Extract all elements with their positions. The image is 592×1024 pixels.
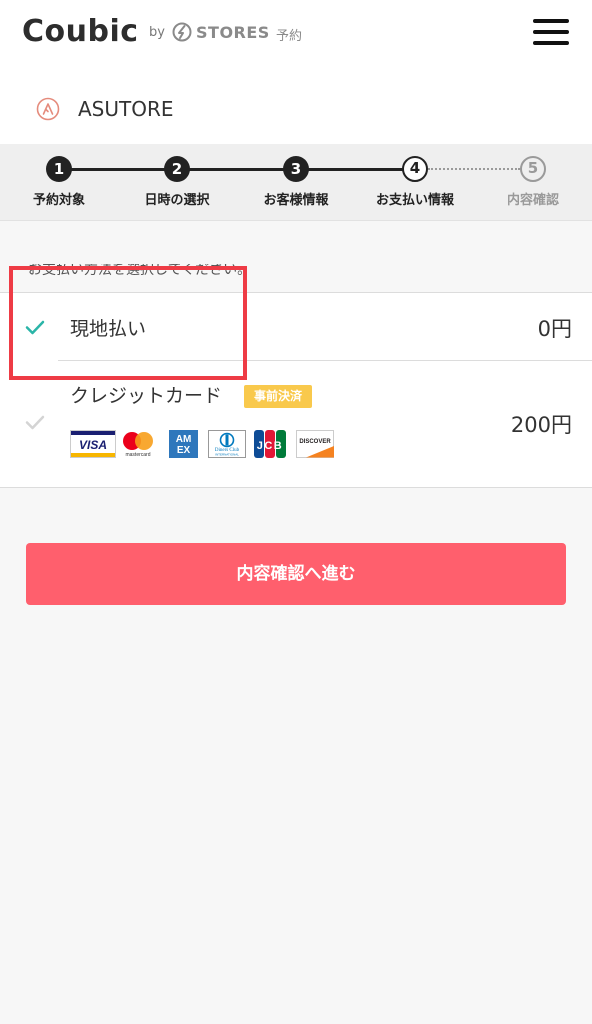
- step-1-circle: 1: [46, 156, 72, 182]
- step-5-label: 内容確認: [506, 193, 560, 208]
- shop-logo-icon: [36, 97, 60, 121]
- option-credit-label[interactable]: クレジットカード: [70, 381, 222, 408]
- step-2-circle: 2: [164, 156, 190, 182]
- yoyaku-label: 予約: [276, 29, 303, 44]
- progress-dotted-line: [428, 168, 520, 170]
- stores-mark-icon: [172, 22, 192, 42]
- shop-name: ASUTORE: [78, 97, 174, 121]
- selection-highlight-box: [9, 266, 247, 380]
- app-header: Coubic by STORES 予約: [0, 0, 592, 66]
- diners-subtext: INTERNATIONAL: [215, 453, 239, 457]
- discover-text: DISCOVER: [299, 439, 331, 445]
- visa-card-icon: VISA: [70, 430, 116, 458]
- step-2-label: 日時の選択: [144, 193, 210, 208]
- visa-text: VISA: [79, 438, 107, 452]
- check-icon-unselected[interactable]: [24, 411, 46, 433]
- step-1-label: 予約対象: [32, 193, 86, 208]
- hamburger-menu-icon[interactable]: [533, 17, 569, 47]
- jcb-card-icon: JCB: [254, 430, 286, 458]
- stores-label: STORES: [196, 23, 270, 42]
- discover-card-icon: DISCOVER: [296, 430, 334, 458]
- jcb-text: JCB: [257, 440, 284, 452]
- step-4-label: お支払い情報: [375, 193, 455, 208]
- step-3-label: お客様情報: [263, 193, 329, 208]
- step-4-circle: 4: [402, 156, 428, 182]
- option-onsite-price: 0円: [537, 317, 572, 341]
- mastercard-text: mastercard: [125, 452, 150, 458]
- step-3-circle: 3: [283, 156, 309, 182]
- instruction-occlusion: [14, 253, 246, 264]
- amex-text-bottom: EX: [177, 445, 191, 456]
- mastercard-icon: mastercard: [123, 432, 153, 458]
- progress-line: [59, 168, 415, 171]
- coubic-logo[interactable]: Coubic: [22, 14, 139, 49]
- amex-card-icon: AM EX: [169, 430, 198, 458]
- option-credit-price: 200円: [510, 413, 572, 437]
- proceed-to-confirmation-button[interactable]: 内容確認へ進む: [26, 543, 566, 605]
- by-label: by: [149, 25, 165, 40]
- diners-card-icon: Diners Club INTERNATIONAL: [208, 430, 246, 458]
- prepay-badge: 事前決済: [244, 385, 312, 408]
- amex-text-top: AM: [176, 434, 192, 445]
- step-5-circle: 5: [520, 156, 546, 182]
